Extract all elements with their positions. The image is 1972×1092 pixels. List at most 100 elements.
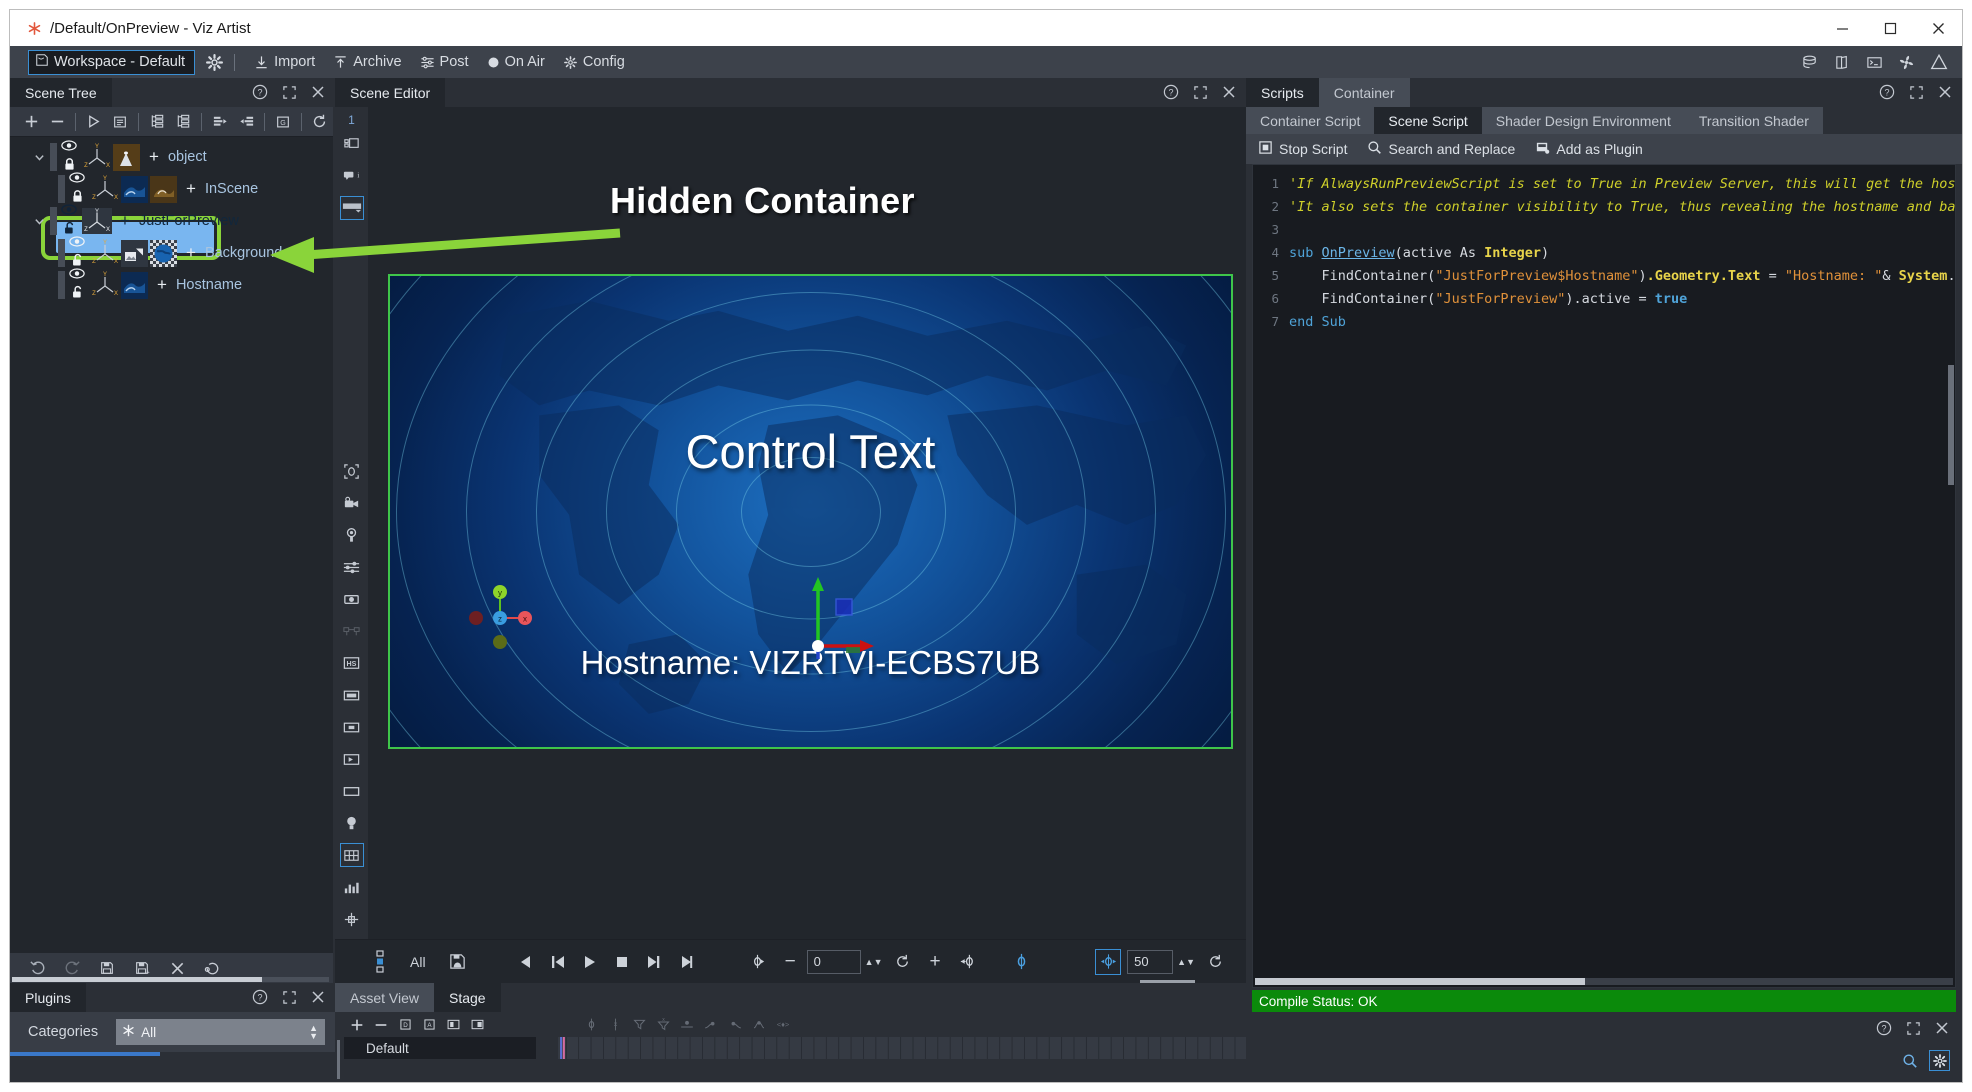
- expand-plus-icon[interactable]: +: [120, 211, 130, 231]
- remove-icon[interactable]: [47, 110, 67, 134]
- track-indicator-icon[interactable]: [367, 949, 393, 975]
- layers-icon[interactable]: [340, 132, 364, 156]
- close-panel-icon[interactable]: [1221, 84, 1237, 100]
- add-stage-icon[interactable]: [441, 1014, 465, 1036]
- stage-timeline-ruler[interactable]: [558, 1037, 1246, 1059]
- chevron-down-icon[interactable]: [28, 152, 50, 163]
- tab-asset-view[interactable]: Asset View: [335, 983, 434, 1012]
- refresh-icon[interactable]: [310, 110, 330, 134]
- eye-icon[interactable]: [69, 170, 85, 188]
- key-icon[interactable]: [579, 1014, 603, 1036]
- set-in-icon[interactable]: [745, 949, 771, 975]
- transform-gizmo[interactable]: [808, 571, 888, 671]
- ease-out-icon[interactable]: [723, 1014, 747, 1036]
- menu-item-on-air[interactable]: On Air: [478, 49, 554, 75]
- keyframe-icon[interactable]: [340, 587, 364, 611]
- ease-both-icon[interactable]: [747, 1014, 771, 1036]
- expand-plus-icon[interactable]: +: [186, 179, 196, 199]
- camera-target-icon[interactable]: [340, 459, 364, 483]
- funnel-x-icon[interactable]: x: [651, 1014, 675, 1036]
- close-button[interactable]: [1914, 10, 1962, 46]
- hs-icon[interactable]: HS: [340, 651, 364, 675]
- tab-scene-tree[interactable]: Scene Tree: [10, 78, 112, 107]
- dropdown-icon[interactable]: [339, 196, 364, 220]
- expand-tree-icon[interactable]: [147, 110, 167, 134]
- maximize-panel-icon[interactable]: [1905, 1020, 1921, 1036]
- help-icon[interactable]: ?: [1163, 84, 1179, 100]
- book-icon[interactable]: [1834, 54, 1851, 71]
- visibility-lock-group[interactable]: [65, 266, 89, 304]
- maximize-panel-icon[interactable]: [281, 989, 297, 1005]
- stage-track-label[interactable]: Default: [344, 1037, 536, 1059]
- help-icon[interactable]: ?: [252, 84, 268, 100]
- add-director-icon[interactable]: D: [393, 1014, 417, 1036]
- tab-scripts[interactable]: Scripts: [1246, 78, 1319, 107]
- ease-icon[interactable]: [675, 1014, 699, 1036]
- step-back-icon[interactable]: [513, 949, 539, 975]
- ease-in-icon[interactable]: [699, 1014, 723, 1036]
- settings-gear-icon[interactable]: [205, 53, 224, 72]
- menu-item-config[interactable]: Config: [554, 49, 634, 75]
- tab-container[interactable]: Container: [1318, 78, 1410, 107]
- grid-icon[interactable]: [339, 843, 364, 867]
- tab-stage[interactable]: Stage: [434, 983, 501, 1012]
- spinner-icon[interactable]: ▲▼: [865, 957, 883, 966]
- key-x-icon[interactable]: x: [603, 1014, 627, 1036]
- levels-icon[interactable]: [340, 555, 364, 579]
- eye-icon[interactable]: [61, 202, 77, 220]
- play-forward-icon[interactable]: [84, 110, 104, 134]
- rect-icon[interactable]: [340, 779, 364, 803]
- script-code-editor[interactable]: 1 'If AlwaysRunPreviewScript is set to T…: [1252, 164, 1956, 988]
- tree-row-inscene[interactable]: Y Z X Text Text + InScene: [10, 170, 333, 205]
- container-thumbnail[interactable]: Text: [150, 175, 177, 203]
- eye-icon[interactable]: [61, 138, 77, 156]
- plugins-category-select[interactable]: All ▲ ▼: [116, 1019, 325, 1045]
- move-right-icon[interactable]: [210, 110, 230, 134]
- close-panel-icon[interactable]: [1937, 84, 1953, 100]
- scene-viewport[interactable]: Control Text Hostname: VIZRTVI-ECBS7UB y…: [388, 274, 1233, 749]
- marker-icon[interactable]: [1009, 949, 1035, 975]
- reset-start-icon[interactable]: [890, 949, 916, 975]
- close-panel-icon[interactable]: [310, 84, 326, 100]
- code-vertical-scrollbar[interactable]: [1948, 365, 1954, 485]
- linear-icon[interactable]: <♦>: [771, 1014, 795, 1036]
- menu-item-post[interactable]: Post: [411, 49, 478, 75]
- tab-scene-editor[interactable]: Scene Editor: [335, 78, 446, 107]
- fan-icon[interactable]: [1898, 54, 1915, 71]
- menu-item-archive[interactable]: Archive: [324, 49, 410, 75]
- container-thumbnail[interactable]: Text: [121, 175, 148, 203]
- maximize-panel-icon[interactable]: [1908, 84, 1924, 100]
- increment-button[interactable]: +: [930, 951, 941, 973]
- go-start-icon[interactable]: [545, 949, 571, 975]
- snap-icon[interactable]: [340, 907, 364, 931]
- start-frame-field[interactable]: 0: [806, 949, 861, 974]
- code-hscroll-thumb[interactable]: [1255, 978, 1585, 985]
- help-icon[interactable]: ?: [1876, 1020, 1892, 1036]
- bar-icon[interactable]: [340, 683, 364, 707]
- play-box-icon[interactable]: [340, 747, 364, 771]
- maximize-panel-icon[interactable]: [1192, 84, 1208, 100]
- all-label[interactable]: All: [410, 954, 426, 970]
- maximize-panel-icon[interactable]: [281, 84, 297, 100]
- chevron-updown-icon[interactable]: ▲ ▼: [309, 1024, 318, 1041]
- set-out-icon[interactable]: [955, 949, 981, 975]
- subtab-transition-shader[interactable]: Transition Shader: [1684, 107, 1823, 134]
- eye-icon[interactable]: [69, 266, 85, 284]
- step-forward-icon[interactable]: [673, 949, 699, 975]
- container-thumbnail[interactable]: Object: [113, 143, 140, 171]
- minimize-button[interactable]: [1818, 10, 1866, 46]
- stage-scroll-handle[interactable]: [337, 1040, 340, 1079]
- tree-row-object[interactable]: Y Z X Object + object: [10, 138, 333, 173]
- search-and-replace-button[interactable]: Search and Replace: [1367, 140, 1515, 158]
- expand-plus-icon[interactable]: +: [149, 147, 159, 167]
- center-icon[interactable]: [340, 715, 364, 739]
- help-icon[interactable]: ?: [1879, 84, 1895, 100]
- spinner-icon[interactable]: ▲▼: [1177, 957, 1195, 966]
- save-stage-icon[interactable]: [465, 1014, 489, 1036]
- move-left-icon[interactable]: [236, 110, 256, 134]
- info-icon[interactable]: i: [340, 164, 364, 188]
- help-icon[interactable]: ?: [252, 989, 268, 1005]
- stretch-icon[interactable]: [1095, 948, 1122, 975]
- add-action-icon[interactable]: A: [417, 1014, 441, 1036]
- tab-plugins[interactable]: Plugins: [10, 983, 86, 1012]
